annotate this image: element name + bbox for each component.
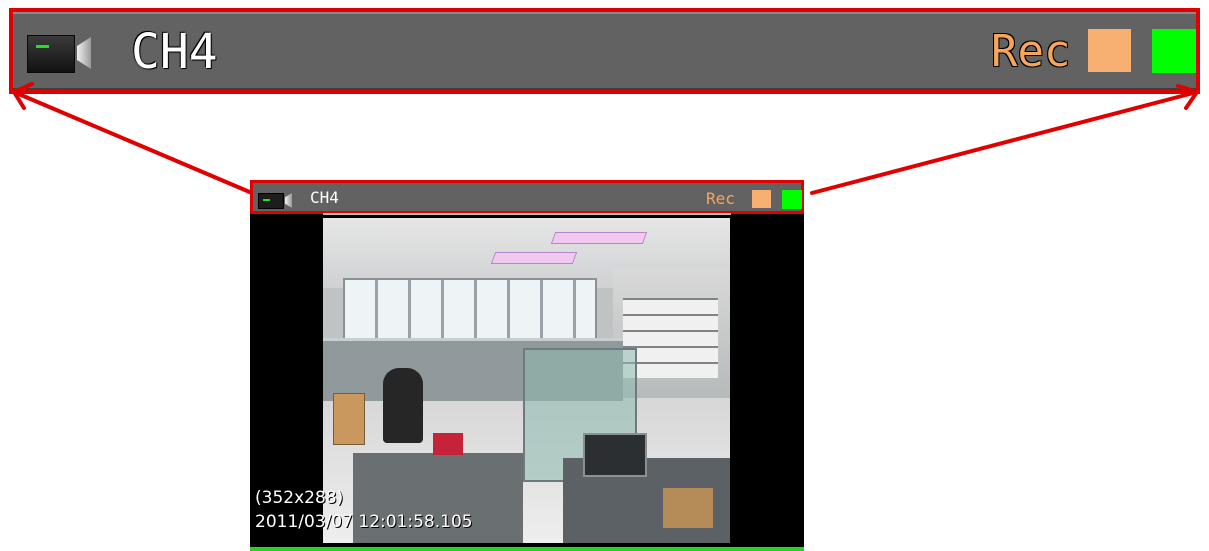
- camera-body: [27, 35, 75, 73]
- video-frame[interactable]: [323, 218, 730, 543]
- camera-lens: [285, 193, 292, 208]
- scene-shelf: [623, 298, 718, 378]
- resolution-label: (352x288): [255, 488, 344, 508]
- title-separator: [323, 213, 731, 215]
- scene-red-item: [433, 433, 463, 455]
- scene-ceiling-light: [490, 252, 578, 264]
- rec-label: Rec: [706, 189, 735, 208]
- camera-lens: [77, 37, 91, 69]
- channel-label: CH4: [310, 188, 339, 207]
- camera-icon: [27, 32, 93, 74]
- zoomed-title-bar: CH4 Rec: [9, 8, 1200, 94]
- status-indicator-orange[interactable]: [1088, 29, 1131, 72]
- playback-progress-bar[interactable]: [250, 547, 804, 551]
- camera-led: [263, 199, 270, 201]
- scene-person: [383, 368, 423, 443]
- camera-led: [36, 45, 49, 48]
- camera-viewer[interactable]: CH4 Rec (352x288) 2011/03/07 12:01:58.10…: [250, 180, 804, 551]
- status-indicator-green[interactable]: [1152, 29, 1196, 73]
- rec-label: Rec: [991, 26, 1071, 77]
- status-indicator-orange[interactable]: [752, 190, 771, 208]
- scene-ceiling-light: [550, 232, 648, 244]
- status-indicator-green[interactable]: [782, 190, 802, 209]
- channel-label: CH4: [131, 24, 218, 80]
- scene-crate: [663, 488, 713, 528]
- viewer-title-bar: CH4 Rec: [250, 180, 804, 215]
- zoomed-title-bar-inner: CH4 Rec: [13, 12, 1196, 90]
- scene-boxes: [333, 393, 365, 445]
- playback-progress-fill: [250, 547, 804, 551]
- timestamp-label: 2011/03/07 12:01:58.105: [255, 512, 473, 532]
- scene-windows: [343, 278, 597, 342]
- arrow-left: [12, 90, 254, 195]
- camera-icon: [258, 191, 294, 209]
- arrow-right: [810, 90, 1199, 195]
- camera-body: [258, 193, 284, 209]
- scene-monitor: [583, 433, 647, 477]
